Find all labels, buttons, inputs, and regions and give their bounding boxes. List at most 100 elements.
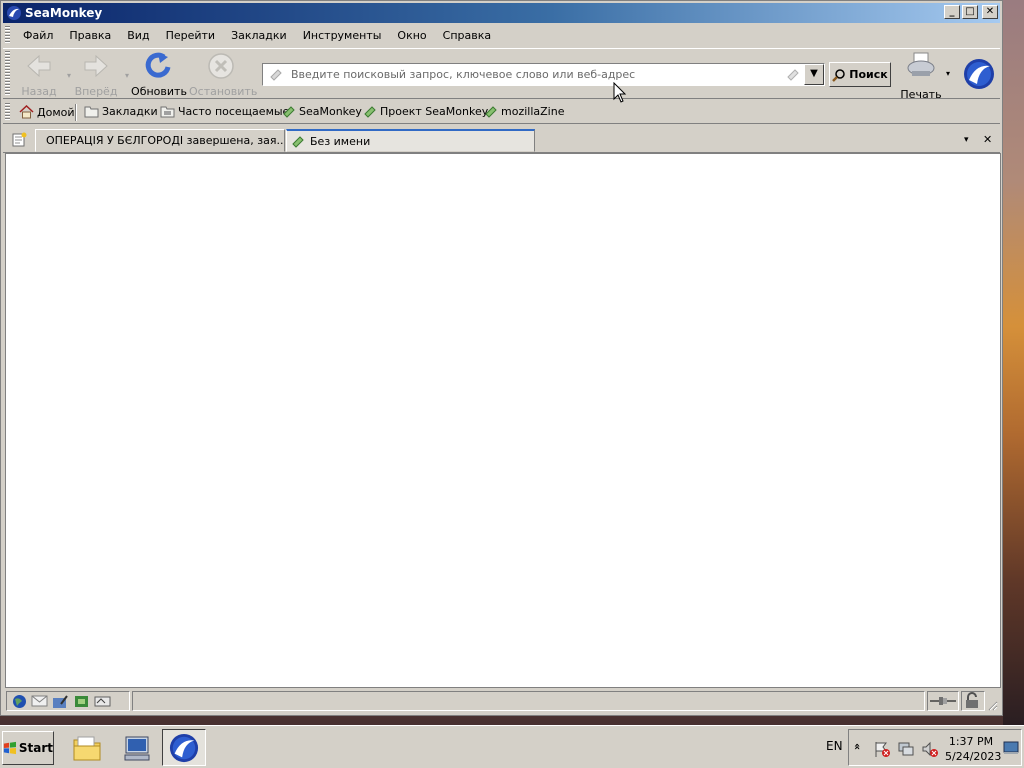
seamonkey-logo-icon — [7, 6, 21, 20]
page-icon — [292, 135, 304, 148]
computer-icon — [124, 736, 150, 760]
stop-label: Остановить — [189, 85, 258, 98]
home-icon — [19, 105, 34, 119]
address-book-icon[interactable] — [94, 694, 111, 708]
page-proxy-icon[interactable] — [269, 67, 283, 81]
seamonkey-logo-icon — [169, 733, 199, 762]
magnifier-icon — [832, 68, 846, 82]
maximize-button[interactable]: □ — [962, 5, 978, 19]
security-status[interactable] — [961, 691, 985, 711]
taskbar: Start EN « 1:37 PM 5/24/2023 — [0, 725, 1024, 768]
forward-button[interactable]: Вперёд — [68, 51, 124, 98]
back-button[interactable]: Назад — [11, 51, 67, 98]
new-tab-icon[interactable] — [11, 132, 27, 148]
browser-globe-icon[interactable] — [12, 694, 27, 709]
mail-icon[interactable] — [31, 694, 48, 708]
url-dropdown-button[interactable]: ▼ — [804, 64, 824, 85]
menu-view[interactable]: Вид — [119, 29, 157, 42]
bookmarks-separator — [75, 104, 77, 121]
tab-list-button[interactable]: ▾ — [964, 135, 969, 145]
taskbar-seamonkey[interactable] — [162, 729, 206, 766]
url-bar[interactable]: ▼ — [262, 63, 825, 86]
network-icon[interactable] — [897, 740, 915, 758]
stop-icon — [208, 53, 234, 79]
url-input[interactable] — [289, 66, 779, 83]
menu-bar: Файл Правка Вид Перейти Закладки Инструм… — [15, 25, 1010, 45]
padlock-icon — [966, 692, 978, 708]
menu-bookmarks[interactable]: Закладки — [223, 29, 295, 42]
tab-untitled[interactable]: Без имени — [286, 129, 535, 152]
folder-icon — [84, 106, 99, 118]
tray-expand-button[interactable]: « — [851, 743, 864, 750]
bookmark-star-icon — [364, 106, 376, 118]
bookmarks-grip[interactable] — [5, 103, 10, 121]
taskbar-remote-desktop[interactable] — [115, 729, 159, 766]
bookmark-mozillazine[interactable]: mozillaZine — [485, 105, 564, 118]
tab-youtube-video[interactable]: ОПЕРАЦІЯ У БЄЛГОРОДІ завершена, зая... — [35, 129, 285, 152]
close-button[interactable]: ✕ — [982, 5, 998, 19]
search-label: Поиск — [849, 68, 888, 81]
navbar-grip[interactable] — [5, 51, 10, 95]
network-plug-icon — [930, 697, 956, 705]
taskbar-explorer[interactable] — [65, 729, 109, 766]
menu-edit[interactable]: Правка — [61, 29, 119, 42]
bookmark-star-icon — [283, 106, 295, 118]
menu-tools[interactable]: Инструменты — [295, 29, 390, 42]
back-arrow-icon — [27, 54, 51, 78]
bookmark-seamonkey[interactable]: SeaMonkey — [283, 105, 362, 118]
window-title: SeaMonkey — [25, 6, 103, 20]
reload-label: Обновить — [131, 85, 187, 98]
bookmark-home[interactable]: Домой — [19, 105, 75, 119]
volume-muted-icon[interactable] — [921, 740, 939, 758]
menu-file[interactable]: Файл — [15, 29, 61, 42]
action-center-flag-icon[interactable] — [873, 740, 891, 758]
bookmarks-toolbar: Домой Закладки Часто посещаемые SeaMonke… — [3, 101, 1000, 124]
mouse-cursor-icon — [613, 82, 627, 103]
clock[interactable]: 1:37 PM 5/24/2023 — [945, 734, 1002, 764]
start-button[interactable]: Start — [2, 731, 54, 765]
menubar-grip[interactable] — [5, 26, 10, 43]
folder-icon — [160, 106, 175, 118]
windows-logo-icon — [3, 741, 16, 755]
menu-go[interactable]: Перейти — [158, 29, 224, 42]
search-button[interactable]: Поиск — [829, 62, 891, 87]
language-indicator[interactable]: EN — [826, 739, 843, 753]
tab-label: ОПЕРАЦІЯ У БЄЛГОРОДІ завершена, зая... — [46, 134, 285, 147]
start-label: Start — [18, 741, 53, 755]
clock-date: 5/24/2023 — [945, 750, 1002, 763]
bookmark-most-visited[interactable]: Часто посещаемые — [160, 105, 289, 118]
print-dropdown-icon[interactable]: ▾ — [946, 69, 950, 78]
title-bar[interactable]: SeaMonkey _ □ ✕ — [3, 3, 1000, 23]
bookmark-bookmarks-folder[interactable]: Закладки — [84, 105, 158, 118]
desktop-background — [1003, 0, 1024, 725]
reload-icon — [145, 52, 171, 78]
bookmark-seamonkey-project[interactable]: Проект SeaMonkey — [364, 105, 488, 118]
online-status[interactable] — [927, 691, 959, 711]
stop-button[interactable]: Остановить — [189, 51, 258, 98]
show-desktop-icon[interactable] — [1003, 740, 1019, 756]
browser-window: SeaMonkey _ □ ✕ Файл Правка Вид Перейти … — [0, 0, 1003, 716]
status-bar — [3, 689, 1000, 713]
close-tab-button[interactable]: ✕ — [983, 133, 992, 146]
menu-help[interactable]: Справка — [435, 29, 499, 42]
forward-dropdown-icon[interactable]: ▾ — [125, 71, 129, 80]
clock-time: 1:37 PM — [948, 735, 994, 748]
print-label: Печать — [900, 88, 942, 101]
resize-grip-icon[interactable] — [986, 699, 998, 711]
forward-label: Вперёд — [74, 85, 118, 98]
navigation-toolbar: Назад ▾ Вперёд ▾ Обновить Остановить Вве… — [3, 48, 1000, 101]
page-content-area[interactable] — [5, 153, 1001, 688]
seamonkey-throbber-icon[interactable] — [963, 58, 995, 90]
tab-bar: ОПЕРАЦІЯ У БЄЛГОРОДІ завершена, зая... Б… — [3, 127, 1000, 153]
bookmark-page-icon[interactable] — [786, 67, 800, 81]
reload-button[interactable]: Обновить — [131, 51, 187, 98]
chat-icon[interactable] — [73, 694, 90, 709]
forward-arrow-icon — [84, 54, 108, 78]
minimize-button[interactable]: _ — [944, 5, 960, 19]
composer-icon[interactable] — [52, 694, 69, 709]
print-button[interactable]: Печать — [896, 51, 946, 101]
back-label: Назад — [21, 85, 57, 98]
component-bar — [6, 691, 130, 711]
menu-window[interactable]: Окно — [389, 29, 434, 42]
system-tray: « 1:37 PM 5/24/2023 — [848, 729, 1022, 766]
